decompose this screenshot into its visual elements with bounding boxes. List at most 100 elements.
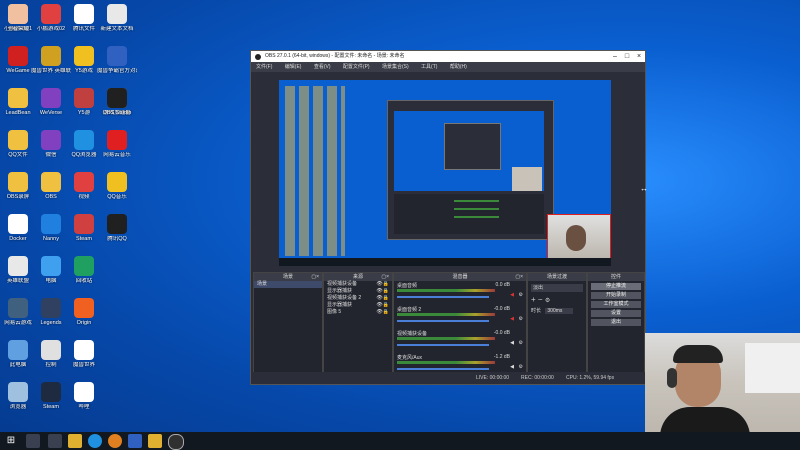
source-item[interactable]: 视频捕获设备 👁🔒 xyxy=(324,281,392,288)
app-icon xyxy=(107,172,127,192)
duration-input[interactable]: 300ms xyxy=(545,308,574,314)
desktop-icon[interactable]: Origin xyxy=(64,296,104,338)
channel-name: 视频捕获设备 xyxy=(397,331,428,337)
desktop-icon[interactable]: 魔兽世界 xyxy=(64,338,104,380)
app-icon xyxy=(107,46,127,66)
menu-help[interactable]: 帮助(H) xyxy=(450,64,467,70)
studio-mode-button[interactable]: 工作室模式 xyxy=(591,301,641,308)
channel-name: 桌面音频 xyxy=(397,283,418,289)
speaker-icon[interactable]: ◀ xyxy=(510,316,514,322)
app-icon xyxy=(41,382,61,402)
obs-titlebar[interactable]: OBS 27.0.1 (64-bit, windows) - 配置文件: 未命名… xyxy=(251,51,645,62)
close-icon[interactable]: × xyxy=(633,51,645,62)
resize-cursor-icon: ↔ xyxy=(640,184,648,193)
menu-file[interactable]: 文件(F) xyxy=(256,64,272,70)
desktop-icon[interactable]: OBS Studio xyxy=(97,86,137,128)
app-icon xyxy=(41,214,61,234)
visibility-icon[interactable]: 👁🔒 xyxy=(376,309,389,316)
chrome-icon[interactable] xyxy=(108,434,122,448)
desktop-icon[interactable]: QQ音乐 xyxy=(97,170,137,212)
volume-slider[interactable] xyxy=(397,320,489,322)
preview-canvas[interactable] xyxy=(279,80,611,266)
source-item[interactable]: 显示器捕获 👁🔒 xyxy=(324,288,392,295)
obs-taskbar-icon[interactable] xyxy=(128,434,142,448)
transition-select[interactable]: 淡出 xyxy=(531,284,583,292)
scene-item[interactable]: 场景 xyxy=(254,281,322,288)
add-transition-icon[interactable]: + xyxy=(531,295,536,304)
edge-icon[interactable] xyxy=(88,434,102,448)
start-recording-button[interactable]: 开始录制 xyxy=(591,292,641,299)
settings-button[interactable]: 设置 xyxy=(591,310,641,317)
desktop-icon[interactable]: 哔哩 xyxy=(64,380,104,422)
speaker-icon[interactable]: ◀ xyxy=(510,340,514,346)
app-icon xyxy=(74,172,94,192)
desktop-icon[interactable]: 腾讯QQ xyxy=(97,212,137,254)
visibility-icon[interactable]: 👁🔒 xyxy=(376,295,389,302)
dock-close-icon[interactable]: ▢× xyxy=(311,273,319,281)
visibility-icon[interactable]: 👁🔒 xyxy=(376,302,389,309)
visibility-icon[interactable]: 👁🔒 xyxy=(376,288,389,295)
minimize-icon[interactable]: – xyxy=(609,51,621,62)
gear-icon[interactable]: ⚙ xyxy=(519,316,523,322)
desktop-icon-label: 王者荣耀 xyxy=(6,26,29,32)
desktop-icon[interactable]: 网易云音乐 xyxy=(97,128,137,170)
stop-streaming-button[interactable]: 停止推流 xyxy=(591,283,641,290)
transitions-dock: 场景过渡 淡出 + − ⚙ 时长 300ms xyxy=(527,272,587,384)
volume-slider[interactable] xyxy=(397,368,489,370)
rec-timer: REC: 00:00:00 xyxy=(521,375,554,381)
app-icon xyxy=(74,130,94,150)
mixer-channel: 桌面音频 0.0 dB ◀ ⚙ xyxy=(394,281,526,305)
app-icon xyxy=(74,340,94,360)
task-view-icon[interactable] xyxy=(48,434,62,448)
menu-view[interactable]: 查看(V) xyxy=(314,64,331,70)
desktop-icon-label: Origin xyxy=(76,320,92,326)
maximize-icon[interactable]: □ xyxy=(621,51,633,62)
speaker-icon[interactable]: ◀ xyxy=(510,364,514,370)
source-item[interactable]: 视频捕获设备 2 👁🔒 xyxy=(324,295,392,302)
desktop-icon[interactable]: 王者荣耀 xyxy=(0,2,38,44)
obs-window: OBS 27.0.1 (64-bit, windows) - 配置文件: 未命名… xyxy=(250,50,646,385)
desktop-icon[interactable]: 回收站 xyxy=(64,254,104,296)
menu-profile[interactable]: 配置文件(P) xyxy=(343,64,370,70)
source-item[interactable]: 显示器捕获 👁🔒 xyxy=(324,302,392,309)
clock-app-icon[interactable] xyxy=(168,434,184,450)
desktop-icon[interactable]: 新建文本文档 xyxy=(97,2,137,44)
webcam-source-selected[interactable] xyxy=(547,214,611,264)
menu-tools[interactable]: 工具(T) xyxy=(421,64,437,70)
desktop-icon-label: 网易云音乐 xyxy=(103,152,131,158)
search-icon[interactable] xyxy=(26,434,40,448)
folder-icon[interactable] xyxy=(148,434,162,448)
sources-dock: 来源 ▢× 视频捕获设备 👁🔒 显示器捕获 👁🔒 视频捕获设备 2 👁🔒 显示器捕获 👁… xyxy=(323,272,393,384)
volume-slider[interactable] xyxy=(397,344,489,346)
menu-bar: 文件(F) 编辑(E) 查看(V) 配置文件(P) 场景集合(S) 工具(T) … xyxy=(251,62,645,72)
gear-icon[interactable]: ⚙ xyxy=(519,292,523,298)
gear-icon[interactable]: ⚙ xyxy=(519,364,523,370)
mixer-dock: 混音器 ▢× 桌面音频 0.0 dB ◀ ⚙ 桌面音频 2 -0.0 dB ◀ … xyxy=(393,272,527,384)
source-item[interactable]: 图像 5 👁🔒 xyxy=(324,309,392,316)
dock-close-icon[interactable]: ▢× xyxy=(515,273,523,281)
mixer-dock-title: 混音器 xyxy=(452,274,468,280)
desktop-icon[interactable]: 魔兽争霸官方对战平台 xyxy=(97,44,137,86)
app-icon xyxy=(8,130,28,150)
gear-icon[interactable]: ⚙ xyxy=(519,340,523,346)
remove-transition-icon[interactable]: − xyxy=(538,295,543,304)
person-hair xyxy=(673,345,723,363)
desktop-icon-label: 回收站 xyxy=(75,278,93,284)
transition-toolbar: + − ⚙ xyxy=(531,295,583,304)
exit-button[interactable]: 退出 xyxy=(591,319,641,326)
file-explorer-icon[interactable] xyxy=(68,434,82,448)
visibility-icon[interactable]: 👁🔒 xyxy=(376,281,389,288)
app-icon xyxy=(41,130,61,150)
windows-start-icon[interactable]: ⊞ xyxy=(4,434,18,448)
live-timer: LIVE: 00:00:00 xyxy=(476,375,510,381)
menu-scene-collection[interactable]: 场景集合(S) xyxy=(382,64,409,70)
gear-icon[interactable]: ⚙ xyxy=(545,298,550,304)
speaker-icon[interactable]: ◀ xyxy=(510,292,514,298)
menu-edit[interactable]: 编辑(E) xyxy=(285,64,302,70)
desktop-icon-label: 腾讯QQ xyxy=(107,236,127,242)
volume-slider[interactable] xyxy=(397,296,489,298)
channel-db: -0.0 dB xyxy=(493,330,510,336)
dock-close-icon[interactable]: ▢× xyxy=(381,273,389,281)
status-bar: LIVE: 00:00:00 REC: 00:00:00 CPU: 1.2%, … xyxy=(251,372,645,384)
preview-desktop-icons xyxy=(285,86,345,256)
